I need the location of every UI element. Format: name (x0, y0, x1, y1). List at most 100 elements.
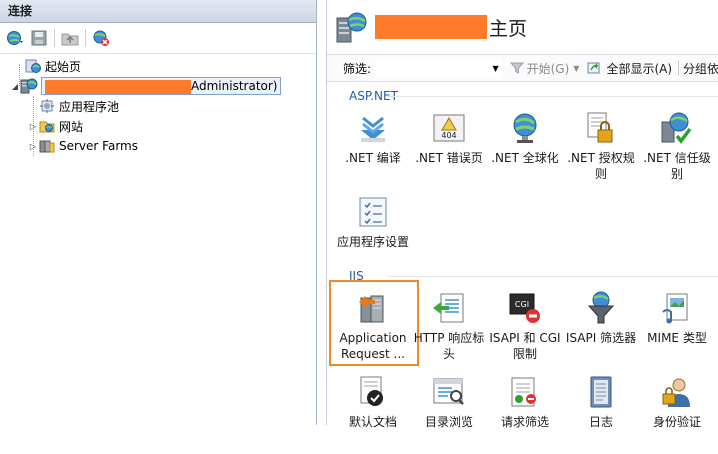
funnel-icon (587, 291, 615, 324)
download-arrow-icon (361, 116, 385, 142)
filter-label: 筛选: (343, 61, 372, 76)
tree-item-label: 应用程序池 (59, 99, 120, 114)
disconnect-icon[interactable] (90, 27, 112, 49)
feature-directory-browsing[interactable]: 目录浏览 (411, 370, 487, 454)
tree-item-app-pools[interactable]: 应用程序池 (0, 96, 316, 116)
server-globe-icon (336, 12, 367, 43)
tree-item-label: Server Farms (59, 139, 138, 153)
connections-toolbar (0, 23, 316, 54)
feature-default-document[interactable]: 默认文档 (335, 370, 411, 454)
feature-label: .NET 错误页 (415, 151, 483, 165)
connect-globe-icon[interactable] (4, 27, 26, 49)
feature-label: .NET 编译 (345, 151, 401, 165)
connections-pane: 连接 起始页 ◢ Administrator) 应用程序池 ▷ 网站 ▷ Ser… (0, 0, 317, 425)
toolbar-separator (54, 29, 55, 47)
feature-label: 日志 (588, 415, 613, 429)
feature-label: .NET 授权规则 (567, 151, 635, 181)
error-404-icon: 404 (433, 114, 465, 142)
feature-isapi-filters[interactable]: ISAPI 筛选器 (563, 286, 639, 370)
expand-arrow-icon[interactable]: ▷ (28, 122, 38, 131)
feature-label: .NET 信任级别 (643, 151, 711, 181)
group-title-aspnet: ASP.NET (327, 86, 718, 106)
feature-label: 请求筛选 (500, 415, 549, 429)
feature-grid-iis: Application Request ... HTTP 响应标头 CGI IS… (327, 280, 718, 454)
feature-label: 默认文档 (348, 415, 397, 429)
default-document-icon (360, 376, 383, 406)
page-title-text: 主页 (375, 14, 527, 41)
feature-net-compilation[interactable]: .NET 编译 (335, 106, 411, 190)
settings-list-icon (359, 197, 387, 227)
page-title-suffix: 主页 (489, 17, 528, 40)
feature-http-response-headers[interactable]: HTTP 响应标头 (411, 286, 487, 370)
start-filter-button[interactable]: 开始(G) ▼ (509, 60, 579, 77)
feature-label: ISAPI 筛选器 (565, 331, 637, 345)
feature-label: 应用程序设置 (336, 235, 409, 249)
tree-item-sites[interactable]: ▷ 网站 (0, 116, 316, 136)
sites-icon (38, 117, 56, 135)
directory-browse-icon (433, 378, 464, 405)
feature-label: HTTP 响应标头 (413, 331, 485, 361)
feature-label: ISAPI 和 CGI 限制 (489, 331, 561, 361)
globe-icon (513, 113, 537, 143)
dropdown-arrow-icon[interactable]: ▼ (573, 64, 579, 73)
feature-net-error-pages[interactable]: 404 .NET 错误页 (411, 106, 487, 190)
show-all-label: 全部显示(A) (606, 61, 673, 76)
feature-net-globalization[interactable]: .NET 全球化 (487, 106, 563, 190)
save-icon[interactable] (28, 27, 50, 49)
show-all-button[interactable]: 全部显示(A) (587, 60, 672, 77)
page-title: 主页 (327, 0, 718, 54)
tree-item-label: 网站 (59, 119, 84, 134)
request-filter-icon (511, 377, 536, 407)
feature-logging[interactable]: 日志 (563, 370, 639, 454)
tree-item-label: Administrator) (41, 77, 282, 95)
feature-grid-aspnet: .NET 编译 404 .NET 错误页 .NET 全球化 .NET 授权规则 … (327, 106, 718, 260)
feature-app-settings[interactable]: 应用程序设置 (335, 190, 411, 274)
feature-net-trust-levels[interactable]: .NET 信任级别 (639, 106, 715, 190)
connections-tree: 起始页 ◢ Administrator) 应用程序池 ▷ 网站 ▷ Server… (0, 54, 316, 156)
app-pool-icon (38, 97, 56, 115)
server-arrow-icon (359, 295, 384, 323)
feature-label: 目录浏览 (424, 415, 473, 429)
feature-label: 身份验证 (652, 415, 701, 429)
server-globe-icon (20, 77, 38, 95)
expand-arrow-icon[interactable]: ▷ (28, 142, 38, 151)
features-pane: 主页 筛选: ▼ 开始(G) ▼ 全部显示(A) 分组依 ASP.NET .NE… (326, 0, 718, 429)
toolbar-separator (85, 29, 86, 47)
filter-separator (678, 60, 679, 76)
server-farms-icon (38, 137, 56, 155)
group-by-button[interactable]: 分组依 (683, 60, 718, 77)
tree-item-server[interactable]: ◢ Administrator) (0, 76, 316, 96)
filter-bar: 筛选: ▼ 开始(G) ▼ 全部显示(A) 分组依 (327, 54, 718, 82)
feature-label: MIME 类型 (647, 331, 707, 345)
feature-application-request-routing[interactable]: Application Request ... (329, 280, 419, 370)
tree-item-server-farms[interactable]: ▷ Server Farms (0, 136, 316, 156)
feature-request-filtering[interactable]: 请求筛选 (487, 370, 563, 454)
feature-label: .NET 全球化 (491, 151, 559, 165)
filter-input[interactable]: ▼ (375, 58, 502, 78)
feature-mime-types[interactable]: MIME 类型 (639, 286, 715, 370)
mime-icon (662, 293, 688, 324)
tree-item-start-page[interactable]: 起始页 (0, 56, 316, 76)
start-page-icon (24, 57, 42, 75)
feature-label: Application Request ... (339, 331, 407, 361)
feature-authentication[interactable]: 身份验证 (639, 370, 715, 454)
cgi-icon: CGI (509, 293, 540, 323)
tree-item-label: 起始页 (45, 59, 82, 74)
collapse-arrow-icon[interactable]: ◢ (10, 82, 20, 91)
feature-net-authorization-rules[interactable]: .NET 授权规则 (563, 106, 639, 190)
server-name-suffix: Administrator) (191, 79, 278, 93)
lock-document-icon (587, 112, 613, 143)
group-by-label: 分组依 (682, 61, 718, 76)
log-icon (590, 376, 612, 408)
feature-isapi-cgi-restrictions[interactable]: CGI ISAPI 和 CGI 限制 (487, 286, 563, 370)
connections-header: 连接 (0, 0, 316, 23)
funnel-icon (509, 62, 524, 74)
trust-check-icon (661, 112, 692, 144)
authentication-icon (662, 378, 690, 407)
redacted-server-name (45, 79, 191, 94)
dropdown-arrow-icon[interactable]: ▼ (492, 64, 498, 73)
up-folder-icon[interactable] (59, 27, 81, 49)
show-all-icon (587, 62, 600, 74)
header-list-icon (433, 293, 464, 323)
start-filter-label: 开始(G) (526, 61, 570, 76)
